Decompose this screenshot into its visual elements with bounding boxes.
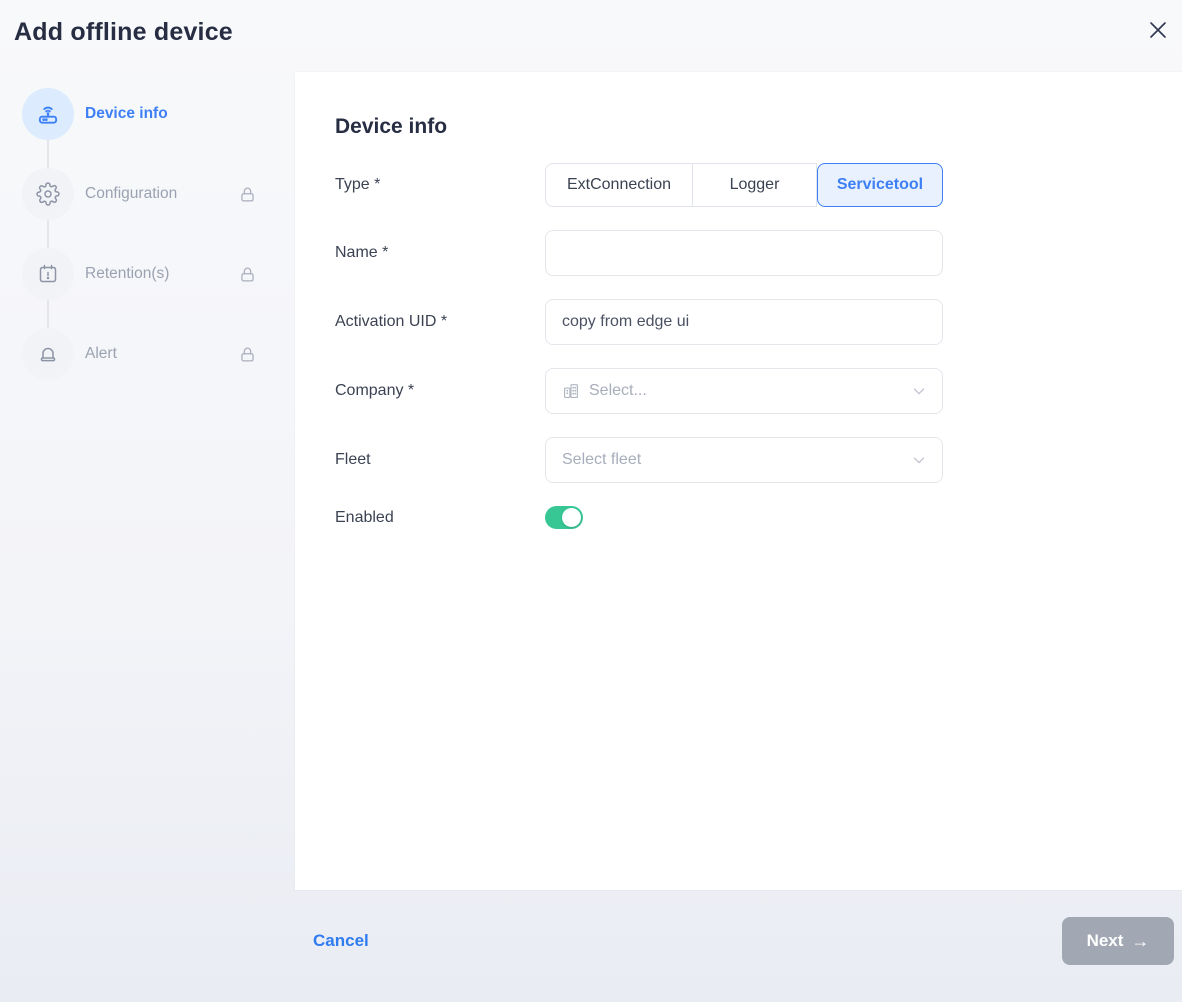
lock-icon	[238, 345, 257, 364]
fleet-select[interactable]: Select fleet	[545, 437, 943, 483]
company-row: Company * Select...	[335, 368, 943, 414]
arrow-right-icon: →	[1131, 931, 1149, 952]
fleet-label: Fleet	[335, 451, 545, 469]
modal-title: Add offline device	[14, 18, 233, 47]
type-segment-group: ExtConnection Logger Servicetool	[545, 163, 943, 207]
fleet-row: Fleet Select fleet	[335, 437, 943, 483]
close-button[interactable]	[1144, 18, 1172, 46]
toggle-knob	[562, 508, 581, 527]
name-row: Name *	[335, 230, 943, 276]
wizard-steps-sidebar: Device info Configuration	[0, 72, 295, 1002]
type-option-servicetool[interactable]: Servicetool	[817, 163, 943, 207]
step-connector	[47, 140, 49, 168]
lock-icon	[238, 265, 257, 284]
enabled-row: Enabled	[335, 506, 943, 529]
step-label: Configuration	[85, 185, 238, 203]
step-configuration: Configuration	[22, 168, 295, 220]
gear-icon	[22, 168, 74, 220]
activation-uid-label: Activation UID *	[335, 313, 545, 331]
name-input[interactable]	[545, 230, 943, 276]
next-button[interactable]: Next →	[1062, 917, 1174, 965]
step-label: Retention(s)	[85, 265, 238, 283]
panel-heading: Device info	[335, 115, 1182, 139]
calendar-icon	[22, 248, 74, 300]
step-connector	[47, 220, 49, 248]
type-option-extconnection[interactable]: ExtConnection	[545, 163, 693, 207]
company-label: Company *	[335, 382, 545, 400]
modal-footer: Cancel Next →	[295, 890, 1182, 1002]
fleet-placeholder: Select fleet	[562, 451, 910, 469]
activation-uid-input[interactable]	[545, 299, 943, 345]
device-info-panel: Device info Type * ExtConnection Logger …	[295, 72, 1182, 890]
company-placeholder: Select...	[589, 382, 910, 400]
company-select[interactable]: Select...	[545, 368, 943, 414]
activation-uid-row: Activation UID *	[335, 299, 943, 345]
step-label: Alert	[85, 345, 238, 363]
step-device-info[interactable]: Device info	[22, 88, 295, 140]
add-offline-device-modal: Add offline device	[0, 0, 1182, 1002]
next-button-label: Next	[1087, 931, 1124, 951]
step-retentions: Retention(s)	[22, 248, 295, 300]
step-connector	[47, 300, 49, 328]
cancel-button[interactable]: Cancel	[313, 931, 369, 951]
enabled-toggle[interactable]	[545, 506, 583, 529]
enabled-label: Enabled	[335, 509, 545, 527]
chevron-down-icon	[910, 382, 928, 400]
building-icon	[562, 382, 580, 400]
type-option-logger[interactable]: Logger	[693, 163, 817, 207]
alarm-icon	[22, 328, 74, 380]
type-label: Type *	[335, 176, 545, 194]
x-icon	[1147, 19, 1169, 46]
router-icon	[22, 88, 74, 140]
step-alert: Alert	[22, 328, 295, 380]
chevron-down-icon	[910, 451, 928, 469]
type-row: Type * ExtConnection Logger Servicetool	[335, 163, 943, 207]
lock-icon	[238, 185, 257, 204]
step-label: Device info	[85, 105, 295, 123]
name-label: Name *	[335, 244, 545, 262]
